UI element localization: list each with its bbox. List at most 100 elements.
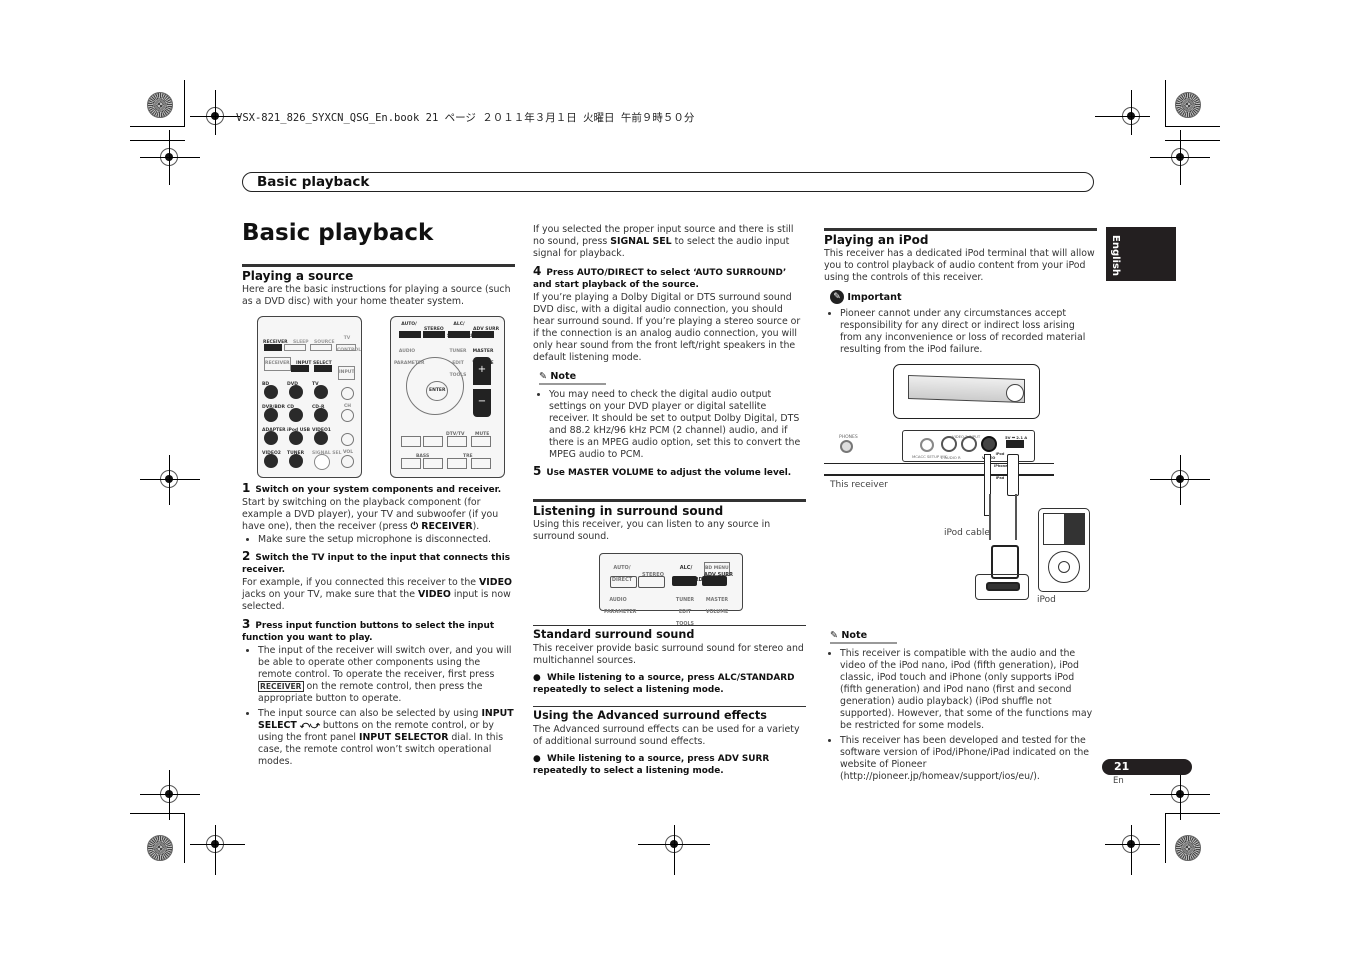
phones-jack (840, 440, 853, 453)
page-number: 21 (1114, 760, 1130, 773)
input-button-ipod-usb[interactable] (289, 431, 303, 445)
crop-mark (140, 794, 200, 795)
step-title: Press AUTO/DIRECT to select ‘AUTO SURROU… (533, 268, 787, 290)
ipod-port-label: iPod iPhone iPad (994, 452, 1008, 480)
step-3-title: 3 Press input function buttons to select … (242, 618, 515, 644)
crop-mark (1180, 130, 1181, 185)
advanced-surround-text: The Advanced surround effects can be use… (533, 724, 800, 747)
step-title: Press input function buttons to select t… (242, 621, 495, 643)
auto-direct-button[interactable] (610, 576, 637, 588)
ipod-screen (1043, 513, 1085, 545)
left-column: Playing a source Here are the basic inst… (242, 264, 515, 772)
step-number: 5 (533, 464, 542, 478)
volume-down-button[interactable] (341, 455, 354, 468)
text: jacks on your TV, make sure that the (242, 589, 418, 600)
adv-surr-button[interactable] (472, 331, 494, 338)
input-button-dvr-bdr[interactable] (264, 408, 278, 422)
crop-mark (1165, 126, 1220, 127)
text: The input of the receiver will switch ov… (258, 645, 512, 680)
source-power-button[interactable] (310, 344, 332, 351)
crop-mark (1165, 140, 1220, 141)
important-label: Important (847, 292, 902, 303)
master-volume-up[interactable]: + (473, 357, 491, 385)
pencil-icon: ✎ (830, 630, 842, 641)
section-rule (533, 706, 806, 707)
tv-input-label: INPUT (338, 366, 356, 380)
crop-mark (130, 140, 185, 141)
input-button-signal-sel[interactable] (314, 454, 330, 470)
input-button-video1[interactable] (314, 431, 328, 445)
input-button-tv[interactable] (314, 385, 328, 399)
stereo-button[interactable] (638, 576, 665, 588)
receiver-power-button[interactable] (264, 344, 282, 351)
input-button-cd[interactable] (289, 408, 303, 422)
bullet: This receiver is compatible with the aud… (840, 648, 1097, 732)
input-button-adapter[interactable] (264, 431, 278, 445)
remote-left-panel: RECEIVER SLEEP SOURCE TV CONTROL RECEIVE… (257, 316, 362, 478)
step-4-title: 4 Press AUTO/DIRECT to select ‘AUTO SURRO… (533, 265, 806, 291)
auto-direct-button[interactable] (399, 331, 421, 338)
input-button-bd[interactable] (264, 385, 278, 399)
playing-ipod-intro: This receiver has a dedicated iPod termi… (824, 248, 1095, 283)
surround-remote-illustration: AUTO/ DIRECT STEREO ALC/ STANDARD BD MEN… (599, 553, 743, 627)
crop-mark (169, 455, 170, 505)
input-button-cd-r[interactable] (314, 408, 328, 422)
master-volume-down[interactable]: − (473, 389, 491, 417)
alc-standard-button[interactable] (448, 331, 470, 338)
page-language: En (1113, 776, 1124, 786)
stop-button[interactable] (423, 436, 443, 447)
crop-mark (1105, 844, 1160, 845)
step-title: While listening to a source, press ADV S… (533, 754, 770, 776)
language-tab: English (1106, 227, 1176, 281)
alc-standard-button[interactable] (672, 576, 697, 586)
bullet: This receiver has been developed and tes… (840, 735, 1097, 783)
playing-source-intro: Here are the basic instructions for play… (242, 284, 511, 307)
crop-mark (184, 80, 185, 127)
forward-button[interactable] (471, 458, 491, 469)
prev-button[interactable] (401, 458, 421, 469)
stereo-button[interactable] (423, 331, 445, 338)
note-label: Note (841, 630, 868, 641)
step-5-title: 5 Use MASTER VOLUME to adjust the volume … (533, 465, 806, 479)
input-button-tuner[interactable] (289, 454, 303, 468)
pause-button[interactable] (401, 436, 421, 447)
surround-heading: Listening in surround sound (533, 504, 724, 518)
step-4-text: If you’re playing a Dolby Digital or DTS… (533, 292, 801, 363)
channel-up-button[interactable] (341, 387, 354, 400)
note-heading: ✎ Note (830, 630, 898, 644)
next-button[interactable] (423, 458, 443, 469)
input-button-dvd[interactable] (289, 385, 303, 399)
sleep-button[interactable] (284, 344, 306, 351)
channel-down-button[interactable] (341, 409, 354, 422)
step-title: Use MASTER VOLUME to adjust the volume l… (546, 468, 792, 478)
crop-mark (1180, 770, 1181, 820)
bullet: The input source can also be selected by… (258, 708, 515, 768)
section-rule (824, 228, 1097, 231)
receiver-top-line (824, 463, 1054, 464)
step-number: 4 (533, 264, 542, 278)
text: ). (472, 521, 480, 532)
usb-port (1006, 440, 1024, 448)
crop-mark (215, 90, 216, 135)
input-select-right-button[interactable] (314, 365, 332, 372)
adv-surr-button[interactable] (702, 576, 727, 586)
play-button[interactable] (447, 436, 467, 447)
important-bullets: Pioneer cannot under any circumstances a… (824, 308, 1097, 356)
volume-up-button[interactable] (341, 433, 354, 446)
signal-sel-intro: If you selected the proper input source … (533, 224, 806, 260)
input-button-video2[interactable] (264, 454, 278, 468)
mute-button[interactable] (471, 436, 491, 447)
this-receiver-caption: This receiver (830, 480, 888, 490)
tv-power-button[interactable] (336, 344, 356, 351)
section-rule (242, 264, 515, 267)
registration-rosette (1175, 835, 1201, 861)
note-label: Note (550, 371, 577, 382)
remote-right-panel: AUTO/ DIRECT STEREO ALC/ STANDARD ADV SU… (390, 316, 505, 478)
registration-rosette (147, 835, 173, 861)
note-heading: ✎ Note (539, 371, 607, 385)
rewind-button[interactable] (447, 458, 467, 469)
tuner-edit-label: TUNER EDIT TOOLS (675, 598, 695, 627)
input-select-left-button[interactable] (291, 365, 309, 372)
crop-mark (130, 126, 185, 127)
bullet-icon: ● (533, 754, 547, 764)
